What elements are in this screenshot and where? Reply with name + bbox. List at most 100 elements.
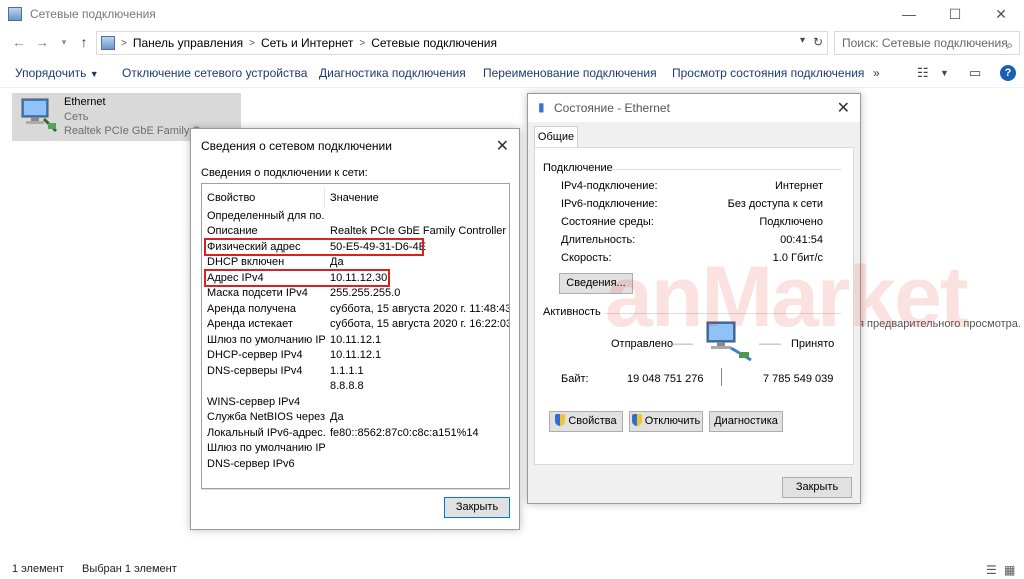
network-connections-icon [8,7,22,21]
close-icon[interactable]: ✕ [496,136,509,156]
bytes-sent-value: 19 048 751 276 [627,373,704,385]
status-dialog-title: Состояние - Ethernet [554,101,670,115]
media-state-value: Подключено [759,216,823,228]
details-dialog-title: Сведения о сетевом подключении [201,139,392,153]
list-item[interactable]: DHCP-сервер IPv4 10.11.12.1 [202,349,509,364]
group-divider [605,313,841,314]
selected-count: Выбран 1 элемент [82,563,177,575]
status-close-button[interactable]: Закрыть [782,477,852,498]
bytes-label: Байт: [561,373,589,385]
control-panel-icon [101,36,115,50]
address-dropdown-icon[interactable]: ▾ [800,35,805,46]
window-title: Сетевые подключения [30,7,156,21]
more-commands-button[interactable]: » [873,66,880,80]
list-item[interactable]: Маска подсети IPv4 255.255.255.0 [202,287,509,302]
breadcrumb-network-internet[interactable]: Сеть и Интернет [261,36,353,50]
forward-arrow-icon[interactable]: → [33,33,51,51]
duration-value: 00:41:54 [780,234,823,246]
list-item[interactable]: DNS-сервер IPv6 [202,458,509,473]
view-options-icon[interactable]: ☷ [917,65,929,81]
title-bar: Сетевые подключения — ☐ ✕ [0,0,1024,28]
sent-line: —— [671,338,693,350]
view-dropdown-icon[interactable]: ▼ [940,68,949,78]
list-item[interactable]: DNS-серверы IPv4 1.1.1.1 [202,365,509,380]
properties-button[interactable]: Свойства [549,411,623,432]
bytes-divider [721,368,722,386]
details-button[interactable]: Сведения... [559,273,633,294]
up-arrow-icon[interactable]: ↑ [75,33,93,51]
status-dialog-titlebar: ▮ Состояние - Ethernet ✕ [528,94,860,122]
list-item[interactable]: Служба NetBIOS через... Да [202,411,509,426]
refresh-icon[interactable]: ↻ [813,35,823,49]
disable-device-button[interactable]: Отключение сетевого устройства [122,66,307,80]
breadcrumb-separator-icon: > [121,37,127,49]
search-input[interactable]: Поиск: Сетевые подключения ⌕ [834,31,1020,55]
chevron-down-icon: ▼ [89,69,99,79]
close-icon[interactable]: ✕ [837,98,850,118]
breadcrumb-network-connections[interactable]: Сетевые подключения [371,36,497,50]
bytes-received-value: 7 785 549 039 [763,373,834,385]
received-line: —— [759,338,781,350]
sent-label: Отправлено [611,338,674,350]
status-bar: 1 элемент Выбран 1 элемент ☰ ▦ [0,562,1024,579]
column-divider [324,188,325,208]
close-button[interactable]: ✕ [978,0,1024,28]
uac-shield-icon [555,414,566,426]
view-status-button[interactable]: Просмотр состояния подключения [672,66,864,80]
details-view-icon[interactable]: ☰ [986,563,997,577]
footer-divider [201,489,510,490]
activity-group-label: Активность [543,306,601,318]
address-row: ← → ▾ ↑ > Панель управления > Сеть и Инт… [0,31,1024,55]
maximize-button[interactable]: ☐ [932,0,978,28]
ipv4-value: Интернет [775,180,823,192]
column-header-value[interactable]: Значение [330,192,379,204]
uac-shield-icon [631,414,642,426]
item-count: 1 элемент [12,563,64,575]
list-item[interactable]: Аренда получена суббота, 15 августа 2020 … [202,303,509,318]
address-bar[interactable]: > Панель управления > Сеть и Интернет > … [96,31,828,55]
breadcrumb-control-panel[interactable]: Панель управления [133,36,243,50]
details-subtitle: Сведения о подключении к сети: [201,167,368,179]
list-item[interactable]: 8.8.8.8 [202,380,509,395]
tab-bar: Общие [528,124,860,148]
network-details-dialog: Сведения о сетевом подключении ✕ Сведени… [190,128,520,530]
ipv4-address-highlight [204,269,390,287]
tab-general[interactable]: Общие [534,126,578,148]
window-controls: — ☐ ✕ [886,0,1024,28]
recent-dropdown-icon[interactable]: ▾ [55,33,73,51]
activity-computer-icon [706,321,752,362]
preview-placeholder-text: я предварительного просмотра. [858,318,1021,330]
command-bar: Упорядочить ▼ Отключение сетевого устрой… [0,60,1024,88]
group-divider [611,169,841,170]
diagnose-button[interactable]: Диагностика подключения [319,66,466,80]
diagnose-dialog-button[interactable]: Диагностика [709,411,783,432]
minimize-button[interactable]: — [886,0,932,28]
media-state-label: Состояние среды: [561,216,654,228]
back-arrow-icon[interactable]: ← [10,33,28,51]
list-item[interactable]: Аренда истекает суббота, 15 августа 2020 … [202,318,509,333]
duration-label: Длительность: [561,234,636,246]
list-item[interactable]: Шлюз по умолчанию IP... 10.11.12.1 [202,334,509,349]
connection-group-label: Подключение [543,162,613,174]
details-close-button[interactable]: Закрыть [444,497,510,518]
disable-button[interactable]: Отключить [629,411,703,432]
connection-network: Сеть [64,111,89,123]
speed-value: 1.0 Гбит/с [772,252,823,264]
list-item[interactable]: WINS-сервер IPv4 [202,396,509,411]
list-item[interactable]: Локальный IPv6-адрес... fe80::8562:87c0:c… [202,427,509,442]
list-item[interactable]: Шлюз по умолчанию IP... [202,442,509,457]
ipv6-label: IPv6-подключение: [561,198,658,210]
breadcrumb-separator-icon: > [359,37,366,49]
rename-button[interactable]: Переименование подключения [483,66,657,80]
organize-menu[interactable]: Упорядочить ▼ [15,66,99,80]
search-placeholder: Поиск: Сетевые подключения [842,36,1008,50]
preview-pane-icon[interactable]: ▭ [969,65,981,81]
list-item[interactable]: Определенный для по... [202,210,509,225]
column-header-property[interactable]: Свойство [207,192,255,204]
ipv4-label: IPv4-подключение: [561,180,658,192]
general-panel: Подключение IPv4-подключение: Интернет I… [534,147,854,465]
help-icon[interactable]: ? [1000,65,1016,81]
large-icons-view-icon[interactable]: ▦ [1004,563,1015,577]
details-list[interactable]: Свойство Значение Определенный для по...… [201,183,510,489]
speed-label: Скорость: [561,252,612,264]
